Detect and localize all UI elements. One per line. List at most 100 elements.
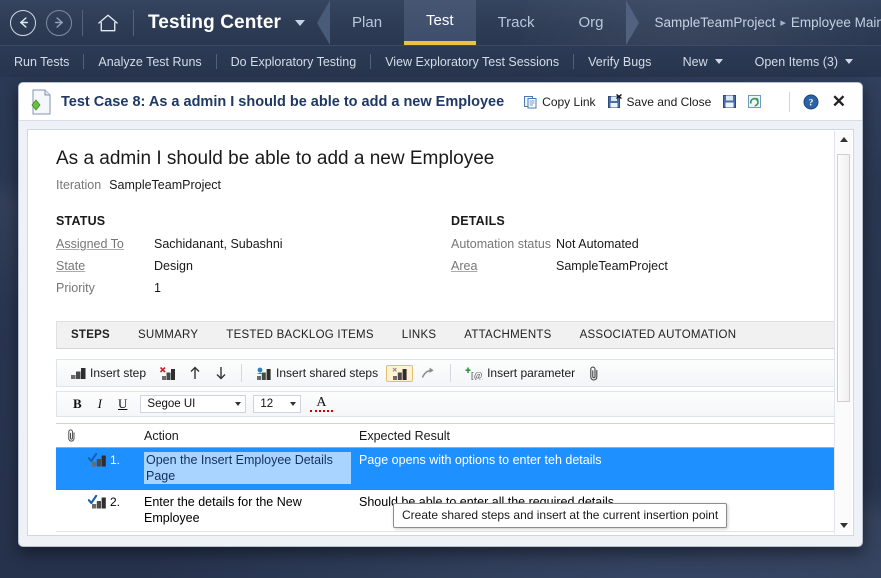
row-selection-indicator: [56, 452, 88, 484]
font-size-select[interactable]: 12: [253, 395, 302, 413]
step-number: 2.: [110, 495, 121, 509]
field-assigned-to: Assigned To Sachidanant, Subashni: [56, 237, 451, 251]
hub-scroll-left-arrow[interactable]: [317, 0, 331, 45]
field-automation-status: Automation status Not Automated: [451, 237, 831, 251]
steps-toolbar: Insert step Insert shared steps [@ Inser…: [56, 359, 834, 387]
priority-value[interactable]: 1: [154, 281, 161, 295]
underline-button[interactable]: U: [112, 396, 133, 412]
grid-header-action[interactable]: Action: [136, 429, 351, 443]
save-icon: [723, 95, 737, 108]
help-button[interactable]: ?: [798, 94, 824, 110]
area-value[interactable]: SampleTeamProject: [556, 259, 668, 273]
step-number: 1.: [110, 453, 121, 467]
arrow-down-icon: [216, 367, 226, 380]
details-heading: DETAILS: [451, 214, 505, 228]
copy-link-button[interactable]: Copy Link: [518, 95, 601, 109]
delete-step-icon: [160, 366, 176, 380]
menu-item-view-exploratory-test-sessions[interactable]: View Exploratory Test Sessions: [371, 55, 573, 69]
tab-steps[interactable]: STEPS: [57, 329, 124, 341]
attach-file-button[interactable]: [583, 364, 606, 383]
italic-button[interactable]: I: [91, 396, 109, 412]
toolbar-divider: [241, 364, 243, 382]
vertical-scrollbar[interactable]: [834, 131, 852, 534]
dialog-body: As a admin I should be able to add a new…: [27, 129, 854, 536]
menu-item-analyze-test-runs[interactable]: Analyze Test Runs: [84, 55, 215, 69]
font-family-select[interactable]: Segoe UI: [140, 395, 247, 413]
bold-button[interactable]: B: [67, 396, 88, 412]
save-button[interactable]: [717, 94, 742, 109]
step-action-cell[interactable]: Enter the details for the New Employee: [136, 494, 351, 526]
step-expected-cell[interactable]: Page opens with options to enter teh det…: [351, 452, 834, 468]
close-button[interactable]: ✕: [824, 93, 854, 110]
table-row[interactable]: 3. Submit the details On Submit, the det…: [56, 532, 834, 535]
forward-button[interactable]: [46, 9, 72, 36]
hub-scroll-right-arrow[interactable]: [625, 0, 639, 45]
insert-parameter-button[interactable]: [@] Insert parameter: [459, 364, 581, 382]
grid-header-attachment-icon: [56, 429, 88, 442]
hub-organize[interactable]: Org: [557, 0, 626, 45]
save-and-close-label: Save and Close: [626, 94, 712, 109]
font-size-value: 12: [260, 398, 274, 410]
hub-plan[interactable]: Plan: [330, 0, 404, 45]
new-dropdown[interactable]: New: [667, 55, 739, 69]
grid-header-expected-result[interactable]: Expected Result: [351, 429, 834, 443]
state-value[interactable]: Design: [154, 259, 193, 273]
scroll-up-button[interactable]: [836, 131, 852, 148]
breadcrumb-current[interactable]: Employee Mainten...: [791, 15, 881, 30]
move-step-up-button[interactable]: [183, 364, 207, 382]
insert-shared-steps-button[interactable]: Insert shared steps: [250, 364, 384, 382]
menu-item-do-exploratory-testing[interactable]: Do Exploratory Testing: [217, 55, 371, 69]
header-divider-2: [133, 9, 134, 36]
scrollbar-track[interactable]: [836, 148, 852, 517]
table-row[interactable]: 1. Open the Insert Employee Details Page…: [56, 448, 834, 490]
hub-track[interactable]: Track: [476, 0, 557, 45]
menu-item-verify-bugs[interactable]: Verify Bugs: [574, 55, 665, 69]
work-item-dialog: Test Case 8: As a admin I should be able…: [18, 82, 863, 547]
paperclip-icon: [590, 366, 598, 380]
back-button[interactable]: [10, 9, 36, 36]
hub-test[interactable]: Test: [404, 0, 476, 45]
fields-columns: STATUS Assigned To Sachidanant, Subashni…: [28, 192, 834, 303]
open-items-label: Open Items (3): [754, 54, 838, 69]
tab-links[interactable]: LINKS: [388, 329, 451, 341]
iteration-value[interactable]: SampleTeamProject: [109, 178, 221, 192]
delete-step-button[interactable]: [154, 365, 181, 382]
breadcrumb-project[interactable]: SampleTeamProject: [655, 15, 776, 30]
open-items-dropdown[interactable]: Open Items (3): [739, 55, 869, 69]
scroll-down-button[interactable]: [836, 517, 852, 534]
priority-label: Priority: [56, 281, 95, 295]
automation-status-value[interactable]: Not Automated: [556, 237, 639, 251]
open-shared-steps-button[interactable]: [415, 365, 442, 382]
font-color-icon[interactable]: A: [310, 396, 333, 412]
sub-menu-right-group: New Open Items (3): [667, 55, 881, 69]
scrollbar-thumb[interactable]: [836, 154, 850, 402]
save-and-close-button[interactable]: Save and Close: [602, 94, 718, 109]
home-button[interactable]: [95, 10, 121, 36]
refresh-button[interactable]: [742, 94, 767, 109]
insert-step-button[interactable]: Insert step: [65, 364, 152, 382]
step-number-cell: 1.: [87, 452, 136, 468]
tab-summary[interactable]: SUMMARY: [124, 329, 212, 341]
tab-associated-automation[interactable]: ASSOCIATED AUTOMATION: [566, 329, 751, 341]
create-shared-steps-button[interactable]: [386, 364, 414, 382]
svg-text:[@]: [@]: [471, 370, 483, 380]
work-item-document-icon: [29, 89, 53, 115]
move-step-down-button[interactable]: [209, 364, 233, 382]
chevron-down-icon[interactable]: [295, 19, 306, 26]
copy-link-label: Copy Link: [542, 94, 596, 109]
tab-attachments[interactable]: ATTACHMENTS: [450, 329, 565, 341]
assigned-to-value[interactable]: Sachidanant, Subashni: [154, 237, 283, 251]
menu-item-run-tests[interactable]: Run Tests: [0, 55, 83, 69]
top-header-bar: Testing Center Plan Test Track Org Sampl…: [0, 0, 881, 45]
hub-nav: Plan Test Track Org: [330, 0, 626, 45]
test-step-checked-icon: [87, 494, 108, 510]
tab-tested-backlog-items[interactable]: TESTED BACKLOG ITEMS: [212, 329, 388, 341]
caret-down-icon: [290, 402, 297, 406]
iteration-row: Iteration SampleTeamProject: [28, 170, 834, 192]
assigned-to-label: Assigned To: [56, 237, 124, 251]
paperclip-icon: [68, 429, 75, 442]
status-heading: STATUS: [56, 214, 106, 228]
dialog-titlebar-right-group: ? ✕: [781, 91, 854, 112]
breadcrumb-separator-icon: ▸: [780, 17, 786, 29]
step-action-cell[interactable]: Open the Insert Employee Details Page: [136, 452, 351, 484]
